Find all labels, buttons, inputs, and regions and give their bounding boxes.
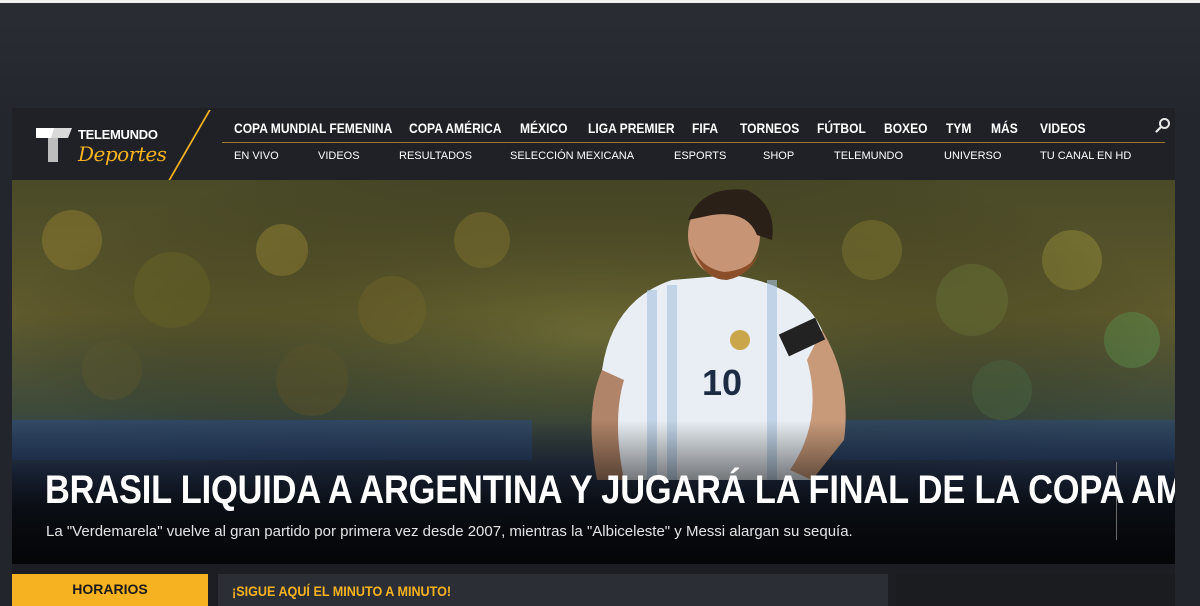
subnav-item-universo[interactable]: UNIVERSO (944, 150, 1001, 162)
logo-wordmark: TELEMUNDO (78, 127, 158, 142)
side-panel (896, 574, 1175, 606)
search-icon[interactable] (1155, 117, 1171, 133)
horarios-button[interactable]: HORARIOS (12, 574, 208, 606)
nav-item-copa-mundial-femenina[interactable]: COPA MUNDIAL FEMENINA (234, 120, 392, 136)
telemundo-deportes-logo[interactable]: TELEMUNDO Deportes (34, 122, 174, 168)
site-header: TELEMUNDO Deportes COPA MUNDIAL FEMENINA… (12, 108, 1175, 182)
subnav-item-videos[interactable]: VIDEOS (318, 150, 360, 162)
nav-divider (222, 142, 1165, 143)
live-updates-label: ¡SIGUE AQUÍ EL MINUTO A MINUTO! (232, 583, 452, 599)
nav-item-futbol[interactable]: FÚTBOL (817, 120, 866, 136)
subnav-item-resultados[interactable]: RESULTADOS (399, 150, 472, 162)
telemundo-t-logo-icon (36, 128, 72, 162)
nav-item-liga-premier[interactable]: LIGA PREMIER (588, 120, 675, 136)
nav-item-fifa[interactable]: FIFA (692, 120, 718, 136)
secondary-nav: EN VIVO VIDEOS RESULTADOS SELECCIÓN MEXI… (222, 148, 1165, 166)
svg-text:10: 10 (702, 362, 742, 403)
primary-nav: COPA MUNDIAL FEMENINA COPA AMÉRICA MÉXIC… (222, 118, 1142, 140)
nav-item-mas[interactable]: MÁS (991, 120, 1018, 136)
hero-subtitle: La "Verdemarela" vuelve al gran partido … (46, 523, 853, 540)
subnav-item-telemundo[interactable]: TELEMUNDO (834, 150, 903, 162)
nav-item-boxeo[interactable]: BOXEO (884, 120, 927, 136)
logo-script-text: Deportes (78, 142, 167, 166)
subnav-item-seleccion-mexicana[interactable]: SELECCIÓN MEXICANA (510, 150, 634, 162)
subnav-item-shop[interactable]: SHOP (763, 150, 794, 162)
subnav-item-esports[interactable]: ESPORTS (674, 150, 726, 162)
subnav-item-tu-canal-en-hd[interactable]: TU CANAL EN HD (1040, 150, 1131, 162)
nav-item-mexico[interactable]: MÉXICO (520, 120, 568, 136)
nav-item-videos[interactable]: VIDEOS (1040, 120, 1085, 136)
subnav-item-en-vivo[interactable]: EN VIVO (234, 150, 279, 162)
nav-item-copa-america[interactable]: COPA AMÉRICA (409, 120, 502, 136)
hero-story[interactable]: 10 BRASIL LIQUIDA A ARGENTINA Y JUGARÁ L… (12, 180, 1175, 564)
hero-headline[interactable]: BRASIL LIQUIDA A ARGENTINA Y JUGARÁ LA F… (45, 468, 1175, 513)
nav-item-torneos[interactable]: TORNEOS (740, 120, 799, 136)
nav-item-tym[interactable]: TYM (946, 120, 971, 136)
live-updates-link[interactable]: ¡SIGUE AQUÍ EL MINUTO A MINUTO! (218, 574, 888, 606)
